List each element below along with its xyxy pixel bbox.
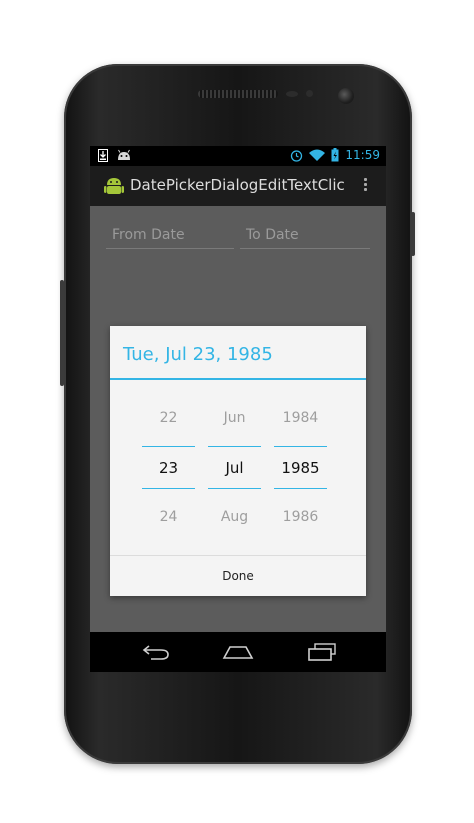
- day-selection-line-top: [142, 446, 195, 447]
- proximity-sensor: [286, 91, 298, 97]
- dialog-title: Tue, Jul 23, 1985: [123, 344, 273, 365]
- day-picker[interactable]: 22 23 24: [142, 396, 195, 526]
- dialog-title-divider: [110, 378, 366, 380]
- battery-icon: [331, 148, 339, 162]
- year-selection-line-top: [274, 446, 327, 447]
- volume-button: [60, 280, 64, 386]
- alarm-icon: [291, 149, 303, 162]
- year-picker[interactable]: 1984 1985 1986: [274, 396, 327, 526]
- home-button[interactable]: [218, 638, 258, 666]
- download-icon: [98, 149, 108, 162]
- back-icon: [142, 645, 169, 660]
- back-button[interactable]: [136, 638, 176, 666]
- wifi-icon: [309, 149, 326, 161]
- day-selection-line-bottom: [142, 488, 195, 489]
- action-bar: DatePickerDialogEditTextClic...: [90, 166, 386, 206]
- month-next-value[interactable]: Aug: [208, 509, 261, 525]
- android-icon: [118, 149, 130, 160]
- month-prev-value[interactable]: Jun: [208, 410, 261, 426]
- day-next-value[interactable]: 24: [142, 509, 195, 525]
- app-launcher-icon[interactable]: [102, 174, 126, 198]
- month-selection-line-bottom: [208, 488, 261, 489]
- app-title: DatePickerDialogEditTextClic...: [130, 176, 344, 194]
- clock: 11:59: [345, 148, 380, 162]
- light-sensor: [306, 90, 313, 97]
- year-current-value[interactable]: 1985: [274, 459, 327, 477]
- to-date-field[interactable]: To Date: [240, 224, 370, 249]
- year-next-value[interactable]: 1986: [274, 509, 327, 525]
- from-date-field[interactable]: From Date: [106, 224, 234, 249]
- navigation-bar: [90, 632, 386, 672]
- home-icon: [222, 646, 254, 659]
- month-current-value[interactable]: Jul: [208, 459, 261, 477]
- recent-apps-button[interactable]: [302, 638, 342, 666]
- earpiece-speaker: [198, 90, 278, 98]
- device-screen: 11:59 DatePickerDialogEditTextClic... Fr…: [90, 146, 386, 672]
- recent-apps-icon: [308, 643, 336, 661]
- day-current-value[interactable]: 23: [142, 459, 195, 477]
- status-bar: 11:59: [90, 146, 386, 166]
- month-selection-line-top: [208, 446, 261, 447]
- month-picker[interactable]: Jun Jul Aug: [208, 396, 261, 526]
- year-selection-line-bottom: [274, 488, 327, 489]
- year-prev-value[interactable]: 1984: [274, 410, 327, 426]
- power-button: [411, 212, 415, 256]
- day-prev-value[interactable]: 22: [142, 410, 195, 426]
- front-camera: [338, 88, 354, 104]
- activity-content: From Date To Date Tue, Jul 23, 1985 22 2…: [90, 206, 386, 632]
- done-button[interactable]: Done: [110, 556, 366, 596]
- date-picker-dialog: Tue, Jul 23, 1985 22 23 24 Jun Jul Aug 1…: [110, 326, 366, 596]
- overflow-menu-icon[interactable]: [362, 176, 368, 196]
